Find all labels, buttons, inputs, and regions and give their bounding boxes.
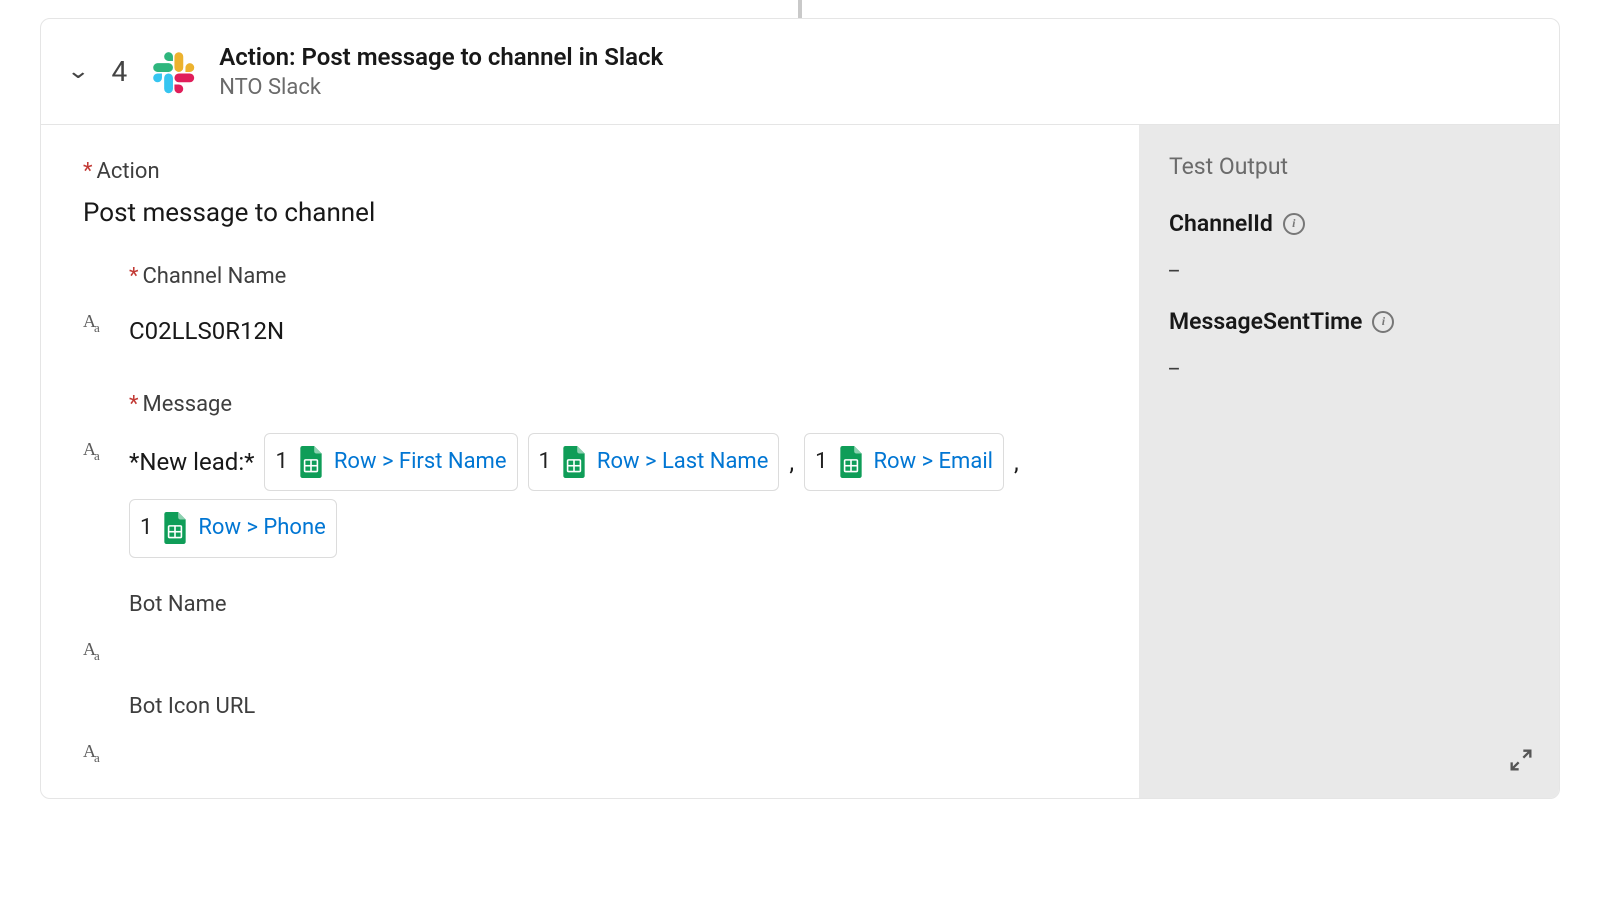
action-field-label: *Action — [83, 159, 1097, 184]
token-row-phone[interactable]: 1 Row > Phone — [129, 499, 337, 557]
output-item-channelid: ChannelId i _ — [1169, 210, 1529, 276]
text-type-icon: A — [83, 311, 111, 332]
sheets-icon — [298, 446, 324, 478]
chevron-down-icon[interactable]: ⌄ — [66, 59, 90, 84]
token-path: Row > First Name — [334, 438, 507, 486]
output-value: _ — [1169, 251, 1529, 276]
card-body: *Action Post message to channel *Channel… — [41, 125, 1559, 798]
required-star: * — [83, 159, 92, 184]
token-path: Row > Last Name — [597, 438, 769, 486]
main-column: *Action Post message to channel *Channel… — [41, 125, 1139, 798]
connector-line — [798, 0, 802, 18]
channel-name-input[interactable]: C02LLS0R12N — [129, 305, 1097, 358]
expand-icon[interactable] — [1507, 746, 1535, 774]
token-row-email[interactable]: 1 Row > Email — [804, 433, 1004, 491]
output-item-messagesenttime: MessageSentTime i _ — [1169, 308, 1529, 374]
token-path: Row > Phone — [198, 504, 325, 552]
token-row-first-name[interactable]: 1 Row > First Name — [264, 433, 517, 491]
separator-comma: , — [789, 436, 794, 489]
action-field-value: Post message to channel — [83, 198, 1097, 228]
message-row: A *New lead:* 1 Row — [83, 433, 1097, 558]
token-path: Row > Email — [874, 438, 994, 486]
channel-name-label: *Channel Name — [129, 264, 1097, 289]
text-type-icon: A — [83, 741, 111, 762]
test-output-panel: Test Output ChannelId i _ MessageSentTim… — [1139, 125, 1559, 798]
text-type-icon: A — [83, 639, 111, 660]
token-step-number: 1 — [275, 438, 287, 486]
action-subtitle: NTO Slack — [219, 75, 663, 100]
sheets-icon — [561, 446, 587, 478]
bot-name-label: Bot Name — [129, 592, 1097, 617]
output-value: _ — [1169, 349, 1529, 374]
channel-name-row: A C02LLS0R12N — [83, 305, 1097, 358]
info-icon[interactable]: i — [1372, 311, 1394, 333]
info-icon[interactable]: i — [1283, 213, 1305, 235]
action-card: ⌄ 4 Action: Post message to channel in S… — [40, 18, 1560, 799]
message-label: *Message — [129, 392, 1097, 417]
bot-icon-url-label: Bot Icon URL — [129, 694, 1097, 719]
output-label: MessageSentTime — [1169, 308, 1362, 335]
bot-name-row: A — [83, 633, 1097, 660]
text-type-icon: A — [83, 439, 111, 460]
output-label: ChannelId — [1169, 210, 1273, 237]
sheets-icon — [838, 446, 864, 478]
token-step-number: 1 — [539, 438, 551, 486]
separator-comma: , — [1014, 436, 1019, 489]
step-number: 4 — [111, 55, 127, 88]
test-output-title: Test Output — [1169, 153, 1529, 180]
action-title: Action: Post message to channel in Slack — [219, 43, 663, 71]
slack-icon — [151, 50, 195, 94]
token-step-number: 1 — [140, 504, 152, 552]
message-input[interactable]: *New lead:* 1 Row > First Name — [129, 433, 1097, 558]
required-star: * — [129, 264, 138, 289]
required-star: * — [129, 392, 138, 417]
token-row-last-name[interactable]: 1 Row > Last Name — [528, 433, 780, 491]
sheets-icon — [162, 512, 188, 544]
message-prefix-text: *New lead:* — [129, 436, 254, 489]
bot-icon-url-row: A — [83, 735, 1097, 762]
token-step-number: 1 — [815, 438, 827, 486]
card-header: ⌄ 4 Action: Post message to channel in S… — [41, 19, 1559, 125]
